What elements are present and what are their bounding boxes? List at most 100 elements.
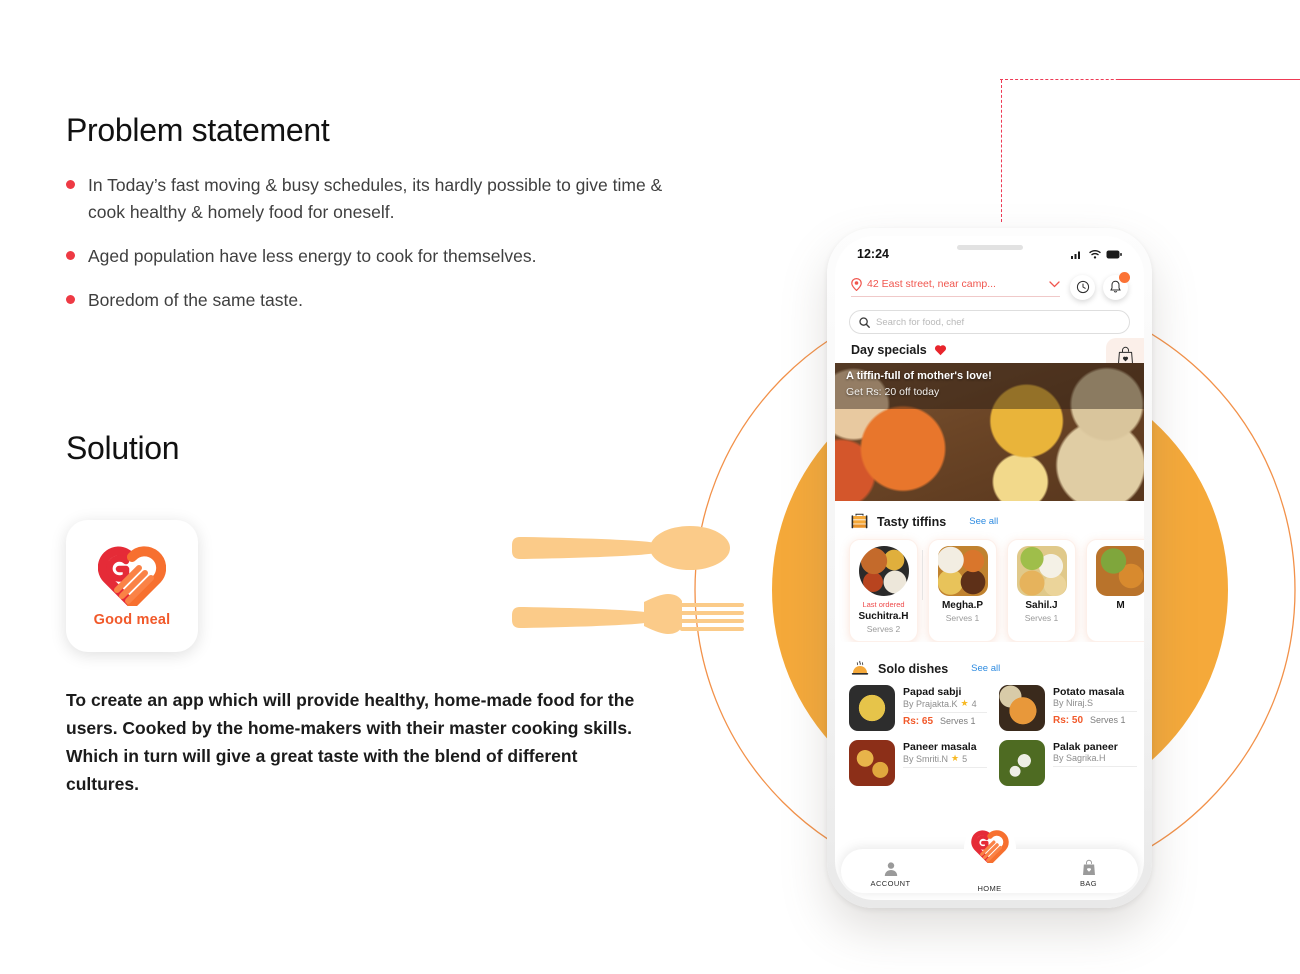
clock-history-icon [1076,280,1089,294]
list-item[interactable]: Last ordered Suchitra.H Serves 2 [849,539,923,642]
list-item[interactable]: Palak paneer By Sagrika.H [999,740,1137,786]
dish-thumbnail [999,740,1045,786]
dashed-line-vertical [1001,80,1002,222]
divider [922,550,923,600]
divider [1053,766,1137,767]
list-item[interactable]: Paneer masala By Smriti.N ★ 5 [849,740,987,786]
nav-item-home-button[interactable] [963,822,1016,874]
list-item[interactable]: M [1086,539,1144,642]
tasty-tiffins-header: Tasty tiffins See all [835,501,1144,530]
solo-dish-grid: Papad sabji By Prajakta.K ★ 4 Rs: 65 Ser… [835,677,1144,786]
dish-chef: By Niraj.S [1053,698,1094,708]
banner-headline: A tiffin-full of mother's love! [846,370,992,382]
bell-icon [1110,280,1121,293]
map-pin-icon [851,277,862,291]
dish-thumbnail [999,685,1045,731]
see-all-tiffins-link[interactable]: See all [969,516,998,527]
chef-name: Sahil.J [1025,600,1058,611]
chef-name: M [1116,600,1125,611]
divider [1053,711,1137,712]
slide-canvas: Problem statement In Today’s fast moving… [0,0,1300,974]
nav-item-bag[interactable]: BAG [1054,859,1124,888]
section-title: Tasty tiffins [877,514,947,529]
tiffin-thumbnail [1095,546,1144,596]
page-title-problem: Problem statement [66,112,330,148]
logo-wordmark: Good meal [93,612,171,628]
tiffin-thumbnail [937,546,988,596]
see-all-solo-link[interactable]: See all [971,663,1000,674]
last-ordered-badge: Last ordered [862,600,905,609]
list-item[interactable]: Sahil.J Serves 1 [1007,539,1076,642]
tiffin-thumbnail [1016,546,1067,596]
day-specials-header: Day specials [835,334,1144,374]
phone-screen: 12:24 42 East street, near camp... Searc… [835,236,1144,900]
divider [903,767,987,768]
chef-name: Megha.P [941,600,984,611]
bullet-dot-icon [66,295,75,304]
earpiece-speaker [956,245,1023,250]
page-title-solution: Solution [66,430,180,466]
dish-name: Paneer masala [903,741,977,753]
solution-description: To create an app which will provide heal… [66,690,635,794]
address-selector[interactable]: 42 East street, near camp... [851,277,1060,297]
solid-line-horizontal [1118,79,1300,80]
left-content-column: Problem statement In Today’s fast moving… [0,0,760,974]
phone-mockup: 12:24 42 East street, near camp... Searc… [827,228,1152,908]
status-bar: 12:24 [835,236,1144,266]
serves-label: Serves 1 [945,613,980,623]
section-title: Day specials [851,343,927,357]
good-meal-logo-icon [98,546,166,606]
section-title: Solo dishes [878,661,949,676]
good-meal-logo-icon [970,830,1009,863]
location-header: 42 East street, near camp... [835,266,1144,300]
list-item: In Today’s fast moving & busy schedules,… [66,172,706,226]
list-item: Aged population have less energy to cook… [66,243,706,270]
tiffin-thumbnail [858,546,909,596]
tiffin-card-list[interactable]: Last ordered Suchitra.H Serves 2 Megha.P… [835,530,1144,642]
solo-dishes-header: Solo dishes See all [835,642,1144,677]
search-input[interactable]: Search for food, chef [849,310,1130,334]
dish-rating: 4 [971,698,977,709]
nav-item-account[interactable]: ACCOUNT [856,861,926,888]
bullet-text: Boredom of the same taste. [88,290,303,310]
serves-label: Serves 1 [1090,715,1126,725]
list-item: Boredom of the same taste. [66,287,706,314]
battery-icon [1106,250,1122,258]
dish-rating: 5 [962,753,968,764]
app-logo-card: Good meal [66,520,198,652]
promo-banner[interactable]: A tiffin-full of mother's love! Get Rs: … [835,363,1144,501]
chevron-down-icon[interactable] [1049,280,1060,288]
dish-name: Papad sabji [903,686,962,698]
dish-chef: By Sagrika.H [1053,753,1106,763]
wifi-icon [1089,250,1101,259]
food-dome-icon [851,660,869,675]
search-icon [859,316,870,328]
search-placeholder: Search for food, chef [876,316,965,328]
list-item[interactable]: Potato masala By Niraj.S Rs: 50 Serves 1 [999,685,1137,731]
person-icon [884,862,897,876]
chef-name: Suchitra.H [858,611,909,622]
dish-price: Rs: 65 [903,716,934,727]
nav-label-home: HOME [977,884,1002,893]
cutlery-illustration [512,526,744,634]
bullet-text: Aged population have less energy to cook… [88,246,537,266]
spoon-icon [512,526,730,570]
order-history-button[interactable] [1070,274,1095,300]
address-text: 42 East street, near camp... [867,278,996,290]
nav-label: ACCOUNT [870,879,911,888]
serves-label: Serves 2 [866,624,901,634]
problem-bullet-list: In Today’s fast moving & busy schedules,… [66,172,706,331]
divider [903,712,987,713]
dish-thumbnail [849,685,895,731]
status-time: 12:24 [857,247,889,261]
dish-chef: By Prajakta.K [903,698,958,709]
list-item[interactable]: Megha.P Serves 1 [928,539,997,642]
nav-label: BAG [1079,879,1098,888]
dish-price: Rs: 50 [1053,715,1084,726]
fork-icon [512,594,744,634]
bullet-dot-icon [66,251,75,260]
bag-heart-icon [1082,859,1095,875]
list-item[interactable]: Papad sabji By Prajakta.K ★ 4 Rs: 65 Ser… [849,685,987,731]
dish-name: Potato masala [1053,686,1125,698]
tiffin-box-icon [851,513,868,529]
